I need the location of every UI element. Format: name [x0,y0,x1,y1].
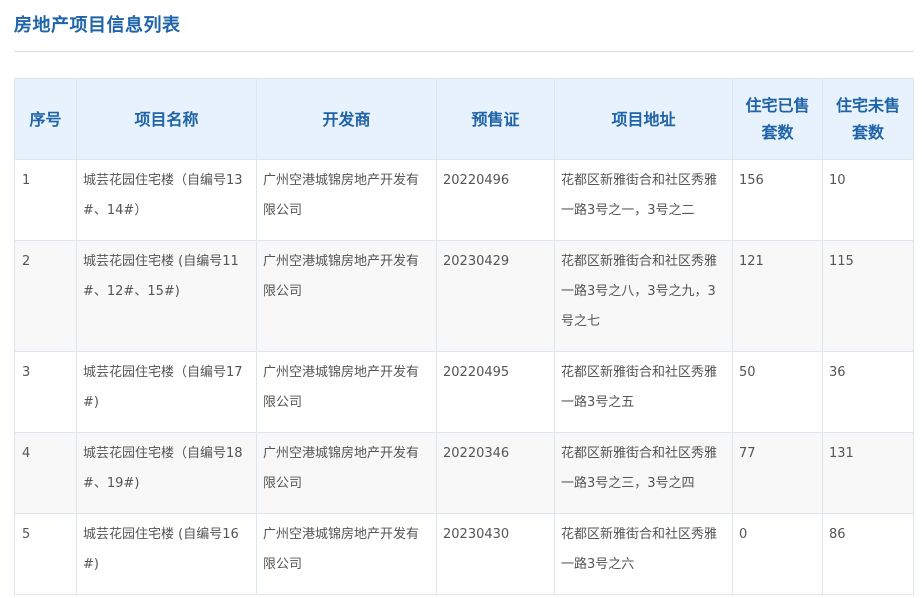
header-sold: 住宅已售套数 [732,78,823,160]
page-title: 房地产项目信息列表 [14,15,181,36]
table-row: 3 城芸花园住宅楼（自编号17#) 广州空港城锦房地产开发有限公司 202204… [14,351,914,433]
cell-index: 4 [14,432,77,514]
header-unsold: 住宅未售套数 [822,78,914,160]
cell-name: 城芸花园住宅楼（自编号18#、19#) [76,432,257,514]
cell-name: 城芸花园住宅楼（自编号17#) [76,351,257,433]
header-address: 项目地址 [554,78,733,160]
table-row: 5 城芸花园住宅楼 (自编号16#) 广州空港城锦房地产开发有限公司 20230… [14,513,914,595]
project-table: 序号 项目名称 开发商 预售证 项目地址 住宅已售套数 住宅未售套数 1 城芸花… [14,78,914,595]
cell-permit: 20220495 [436,351,555,433]
cell-unsold: 10 [822,159,914,241]
cell-permit: 20230429 [436,240,555,352]
cell-permit: 20220496 [436,159,555,241]
cell-address: 花都区新雅街合和社区秀雅一路3号之八，3号之九，3号之七 [554,240,733,352]
cell-index: 3 [14,351,77,433]
cell-unsold: 86 [822,513,914,595]
cell-address: 花都区新雅街合和社区秀雅一路3号之一，3号之二 [554,159,733,241]
title-divider [14,51,914,52]
cell-permit: 20230430 [436,513,555,595]
cell-sold: 0 [732,513,823,595]
cell-unsold: 115 [822,240,914,352]
cell-developer: 广州空港城锦房地产开发有限公司 [256,513,437,595]
header-sold-label: 住宅已售套数 [745,96,810,142]
cell-developer: 广州空港城锦房地产开发有限公司 [256,240,437,352]
header-permit: 预售证 [436,78,555,160]
cell-address: 花都区新雅街合和社区秀雅一路3号之三，3号之四 [554,432,733,514]
table-row: 2 城芸花园住宅楼 (自编号11#、12#、15#) 广州空港城锦房地产开发有限… [14,240,914,352]
header-developer: 开发商 [256,78,437,160]
cell-permit: 20220346 [436,432,555,514]
cell-unsold: 36 [822,351,914,433]
cell-name: 城芸花园住宅楼 (自编号16#) [76,513,257,595]
table-row: 4 城芸花园住宅楼（自编号18#、19#) 广州空港城锦房地产开发有限公司 20… [14,432,914,514]
table-header-row: 序号 项目名称 开发商 预售证 项目地址 住宅已售套数 住宅未售套数 [14,78,914,160]
header-name: 项目名称 [76,78,257,160]
cell-index: 2 [14,240,77,352]
cell-sold: 77 [732,432,823,514]
cell-unsold: 131 [822,432,914,514]
cell-developer: 广州空港城锦房地产开发有限公司 [256,159,437,241]
cell-name: 城芸花园住宅楼 (自编号11#、12#、15#) [76,240,257,352]
cell-developer: 广州空港城锦房地产开发有限公司 [256,351,437,433]
table-row: 1 城芸花园住宅楼（自编号13#、14#） 广州空港城锦房地产开发有限公司 20… [14,159,914,241]
cell-address: 花都区新雅街合和社区秀雅一路3号之五 [554,351,733,433]
cell-sold: 156 [732,159,823,241]
header-index: 序号 [14,78,77,160]
cell-sold: 121 [732,240,823,352]
cell-developer: 广州空港城锦房地产开发有限公司 [256,432,437,514]
header-unsold-label: 住宅未售套数 [835,96,900,142]
cell-index: 5 [14,513,77,595]
cell-sold: 50 [732,351,823,433]
cell-address: 花都区新雅街合和社区秀雅一路3号之六 [554,513,733,595]
cell-name: 城芸花园住宅楼（自编号13#、14#） [76,159,257,241]
cell-index: 1 [14,159,77,241]
